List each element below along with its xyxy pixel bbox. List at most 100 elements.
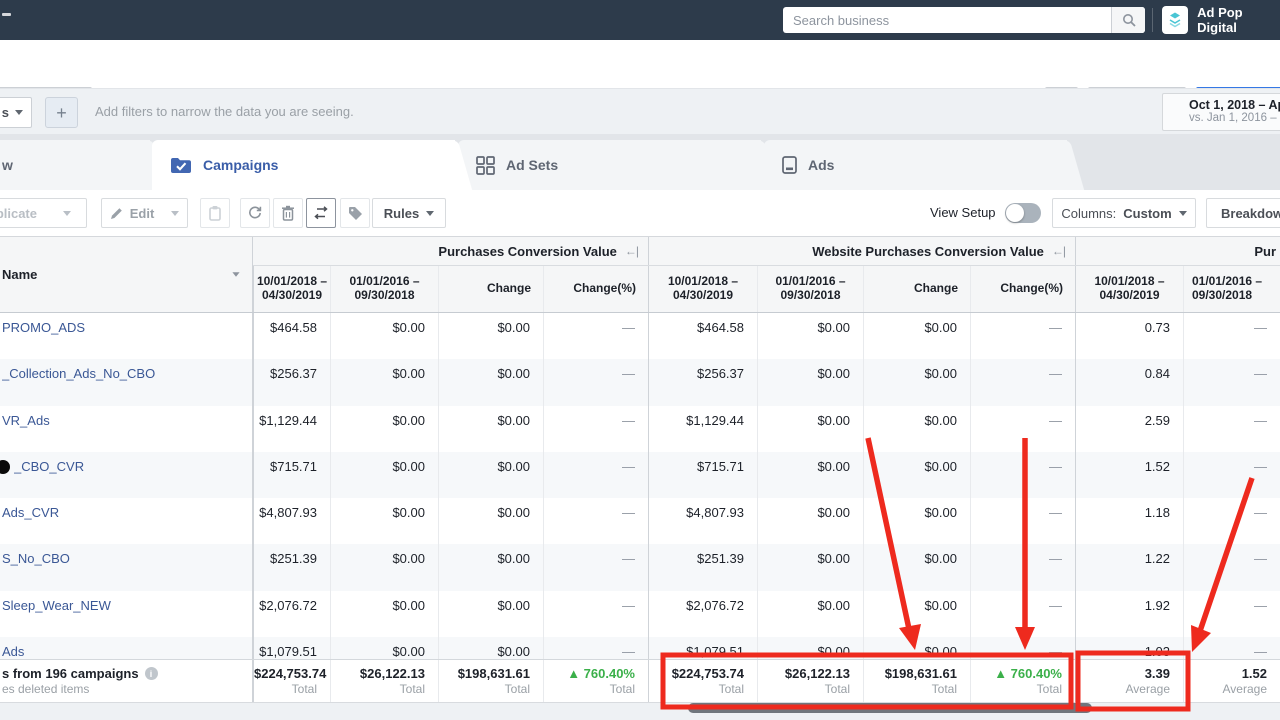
cell-wpcv-previous: $0.00 <box>757 590 863 638</box>
action-bar: 1 Campaign With Errors Updated just now … <box>0 40 1280 120</box>
tab-ads-label: Ads <box>808 157 835 173</box>
cell-wpcv-change: $0.00 <box>863 544 970 591</box>
ab-test-button[interactable] <box>306 198 336 228</box>
cell-wpcv-change: $0.00 <box>863 359 970 406</box>
view-setup-toggle[interactable] <box>1005 203 1041 223</box>
campaign-name-link[interactable]: Ads <box>2 644 24 659</box>
campaign-name-link[interactable]: VR_Ads <box>2 413 50 428</box>
collapse-column-icon[interactable]: ←| <box>625 244 639 258</box>
search-icon <box>1122 14 1136 27</box>
campaign-name-link[interactable]: _CBO_CVR <box>14 459 84 474</box>
cell-roas-current: 2.59 <box>1075 405 1183 452</box>
collapse-column-icon[interactable]: ←| <box>1052 244 1066 258</box>
date-range-current: Oct 1, 2018 – Ap <box>1189 98 1280 112</box>
ads-card-icon <box>782 156 797 174</box>
campaign-row[interactable]: Ads $1,079.51 $0.00 $0.00 — $1,079.51 $0… <box>0 637 1280 659</box>
campaign-row[interactable]: _CBO_CVR $715.71 $0.00 $0.00 — $715.71 $… <box>0 451 1280 499</box>
tag-button[interactable] <box>340 198 370 228</box>
campaign-row[interactable]: PROMO_ADS $464.58 $0.00 $0.00 — $464.58 … <box>0 313 1280 360</box>
column-header-current-period[interactable]: 10/01/2018 –04/30/2019 <box>648 266 757 312</box>
cell-wpcv-change: $0.00 <box>863 498 970 545</box>
add-filter-button[interactable]: + <box>45 97 78 128</box>
table-header: Name Purchases Conversion Value ←| Websit… <box>0 237 1280 313</box>
cell-wpcv-current: $2,076.72 <box>648 590 757 638</box>
cell-wpcv-change: $0.00 <box>863 451 970 499</box>
cell-wpcv-current: $1,079.51 <box>648 637 757 659</box>
tab-ad-sets[interactable]: Ad Sets <box>458 140 761 190</box>
total-cell: ▲ 760.40% Total <box>970 660 1075 703</box>
cell-roas-previous: — <box>1183 313 1280 360</box>
cell-wpcv-current: $251.39 <box>648 544 757 591</box>
campaign-name-cell: VR_Ads <box>0 405 253 452</box>
cell-pcv-previous: $0.00 <box>330 637 438 659</box>
campaign-name-link[interactable]: S_No_CBO <box>2 551 70 566</box>
campaign-row[interactable]: _Collection_Ads_No_CBO $256.37 $0.00 $0.… <box>0 359 1280 406</box>
campaigns-table: Name Purchases Conversion Value ←| Websit… <box>0 236 1280 703</box>
campaign-name-link[interactable]: _Collection_Ads_No_CBO <box>2 366 155 381</box>
column-header-current-period[interactable]: 10/01/2018 –04/30/2019 <box>253 266 330 312</box>
table-body: PROMO_ADS $464.58 $0.00 $0.00 — $464.58 … <box>0 313 1280 659</box>
edit-button[interactable]: Edit <box>101 198 163 228</box>
campaign-name-link[interactable]: Sleep_Wear_NEW <box>2 598 111 613</box>
cell-roas-previous: — <box>1183 637 1280 659</box>
filter-placeholder-text[interactable]: Add filters to narrow the data you are s… <box>95 104 354 119</box>
horizontal-scrollbar[interactable] <box>688 703 1092 713</box>
totals-summary-cell: s from 196 campaigns es deleted items <box>0 660 253 703</box>
tab-campaigns-label: Campaigns <box>203 157 279 173</box>
cell-roas-current: 0.73 <box>1075 313 1183 360</box>
cell-wpcv-change-pct: — <box>970 637 1075 659</box>
cell-wpcv-change-pct: — <box>970 405 1075 452</box>
campaign-row[interactable]: VR_Ads $1,129.44 $0.00 $0.00 — $1,129.44… <box>0 405 1280 452</box>
tab-ads[interactable]: Ads <box>764 140 1067 190</box>
campaign-name-link[interactable]: Ads_CVR <box>2 505 59 520</box>
column-header-change-pct[interactable]: Change(%) <box>543 266 648 312</box>
group-header-purchases-conversion-value[interactable]: Purchases Conversion Value ←| <box>253 237 648 265</box>
column-header-change[interactable]: Change <box>863 266 970 312</box>
cell-pcv-previous: $0.00 <box>330 313 438 360</box>
revert-button[interactable] <box>240 198 270 228</box>
campaign-row[interactable]: S_No_CBO $251.39 $0.00 $0.00 — $251.39 $… <box>0 544 1280 591</box>
duplicate-button[interactable]: plicate <box>0 198 48 228</box>
cell-pcv-current: $715.71 <box>253 451 330 499</box>
history-icon <box>249 206 262 219</box>
cell-pcv-change: $0.00 <box>438 405 543 452</box>
tab-account-overview[interactable]: w <box>0 140 150 190</box>
paste-button[interactable] <box>200 198 230 228</box>
campaign-name-cell: PROMO_ADS <box>0 313 253 360</box>
search-button[interactable] <box>1111 7 1145 33</box>
campaign-row[interactable]: Ads_CVR $4,807.93 $0.00 $0.00 — $4,807.9… <box>0 498 1280 545</box>
column-header-previous-period[interactable]: 01/01/2016 –09/30/2018 <box>1183 266 1280 312</box>
column-header-change[interactable]: Change <box>438 266 543 312</box>
duplicate-caret-button[interactable] <box>47 198 87 228</box>
date-range-compare: vs. Jan 1, 2016 – S <box>1189 112 1280 124</box>
column-header-previous-period[interactable]: 01/01/2016 –09/30/2018 <box>330 266 438 312</box>
group-header-website-purchases-conversion-value[interactable]: Website Purchases Conversion Value ←| <box>648 237 1075 265</box>
column-header-change-pct[interactable]: Change(%) <box>970 266 1075 312</box>
account-switcher[interactable]: Ad Pop Digital <box>1162 5 1280 35</box>
info-icon[interactable] <box>144 667 158 680</box>
sort-caret-icon[interactable] <box>232 272 240 277</box>
cell-pcv-current: $4,807.93 <box>253 498 330 545</box>
date-range-picker[interactable]: Oct 1, 2018 – Ap vs. Jan 1, 2016 – S <box>1162 93 1280 131</box>
campaign-name-link[interactable]: PROMO_ADS <box>2 320 85 335</box>
tab-campaigns[interactable]: Campaigns <box>152 140 455 190</box>
campaign-row[interactable]: Sleep_Wear_NEW $2,076.72 $0.00 $0.00 — $… <box>0 590 1280 638</box>
group-header-purchases-roas[interactable]: Pur <box>1075 237 1280 265</box>
edit-caret-button[interactable] <box>162 198 188 228</box>
chevron-down-icon <box>426 210 435 216</box>
rules-dropdown[interactable]: Rules <box>372 198 446 228</box>
breakdown-dropdown[interactable]: Breakdown <box>1206 198 1280 228</box>
column-header-current-period[interactable]: 10/01/2018 –04/30/2019 <box>1075 266 1183 312</box>
cell-roas-current: 1.03 <box>1075 637 1183 659</box>
delete-button[interactable] <box>273 198 303 228</box>
search-input[interactable] <box>783 7 1111 33</box>
cell-wpcv-current: $1,129.44 <box>648 405 757 452</box>
metric-group-row: Purchases Conversion Value ←| Website Pur… <box>253 237 1280 266</box>
column-header-name[interactable]: Name <box>0 237 253 312</box>
cell-wpcv-change-pct: — <box>970 590 1075 638</box>
column-header-previous-period[interactable]: 01/01/2016 –09/30/2018 <box>757 266 863 312</box>
columns-dropdown[interactable]: Columns: Custom <box>1052 198 1196 228</box>
filter-preset-dropdown[interactable]: s <box>0 97 32 128</box>
cell-wpcv-previous: $0.00 <box>757 498 863 545</box>
cell-roas-previous: — <box>1183 498 1280 545</box>
